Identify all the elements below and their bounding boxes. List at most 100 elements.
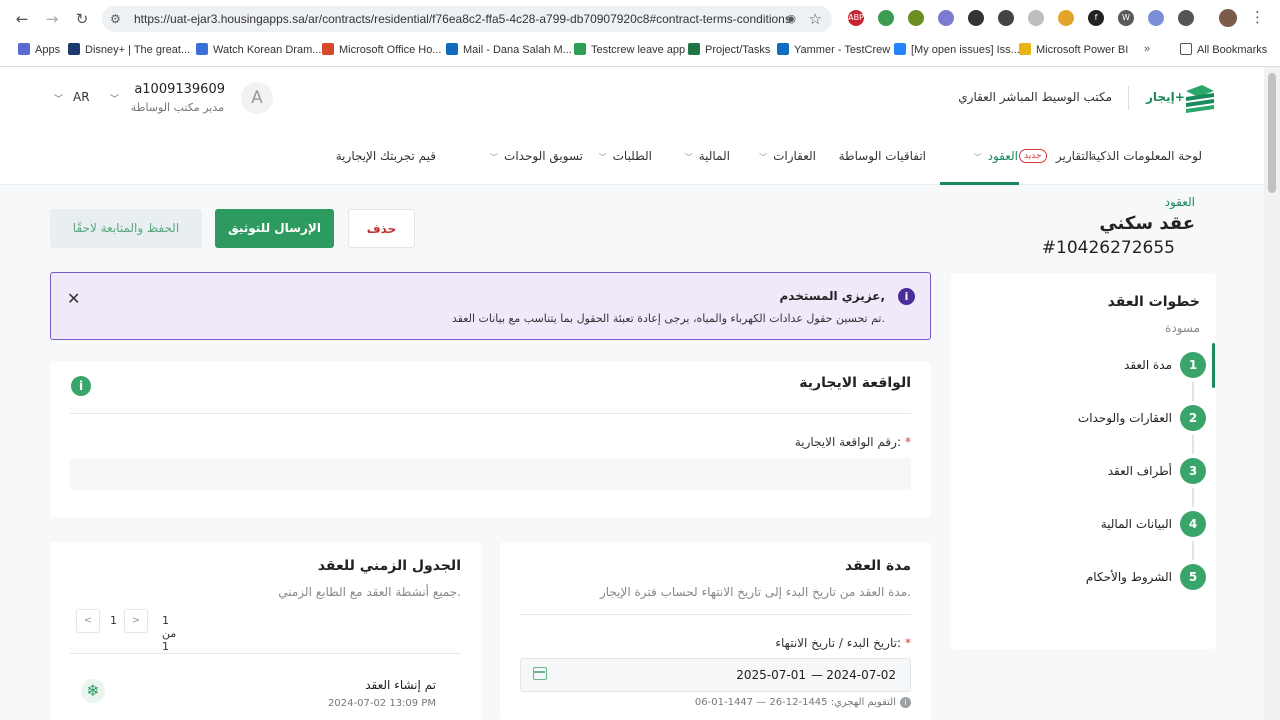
target-ext-icon[interactable]	[1148, 10, 1164, 26]
page-scrollbar[interactable]	[1264, 67, 1280, 720]
close-icon[interactable]: ✕	[67, 289, 80, 308]
step-connector	[1192, 435, 1194, 454]
nav-item[interactable]: لوحة المعلومات الذكية	[1090, 149, 1202, 163]
bookmark-item[interactable]: Microsoft Power BI	[1019, 43, 1128, 56]
puzzle-ext-icon[interactable]	[908, 10, 924, 26]
nav-item[interactable]: قيم تجربتك الإيجارية	[336, 149, 436, 163]
step-label[interactable]: البيانات المالية	[1101, 517, 1172, 531]
breadcrumb[interactable]: العقود	[1165, 195, 1195, 209]
steps-status: مسودة	[1165, 321, 1200, 335]
address-bar[interactable]: ⚙ https://uat-ejar3.housingapps.sa/ar/co…	[102, 6, 832, 32]
step-label[interactable]: أطراف العقد	[1108, 464, 1172, 478]
step-number[interactable]: 2	[1180, 405, 1206, 431]
all-bookmarks[interactable]: All Bookmarks	[1180, 43, 1267, 56]
emoji-ext-icon[interactable]	[1058, 10, 1074, 26]
abp-icon[interactable]: ABP	[848, 10, 864, 26]
bookmark-favicon-icon	[894, 43, 906, 55]
steps-title: خطوات العقد	[1107, 294, 1200, 310]
forward-icon[interactable]: →	[40, 8, 64, 30]
timeline-event: تم إنشاء العقد	[365, 678, 436, 692]
browser-menu-icon[interactable]: ⋮	[1250, 8, 1265, 26]
save-and-continue-later-button[interactable]: الحفظ والمتابعة لاحقًا	[50, 209, 202, 248]
page-count: 1 من 1	[162, 614, 177, 653]
step-number[interactable]: 5	[1180, 564, 1206, 590]
step-number[interactable]: 1	[1180, 352, 1206, 378]
logo-text[interactable]: إيجار+	[1146, 90, 1185, 104]
lease-number-input[interactable]	[70, 458, 911, 490]
no-ext-icon[interactable]	[1028, 10, 1044, 26]
chevron-down-icon: ﹀	[759, 153, 768, 162]
more-bookmarks-icon[interactable]: »	[1144, 43, 1150, 55]
step-label[interactable]: الشروط والأحكام	[1086, 570, 1172, 584]
chevron-down-icon: ﹀	[490, 153, 499, 162]
language-selector[interactable]: AR	[73, 90, 90, 104]
nav-item[interactable]: ﹀ العقارات	[759, 149, 816, 163]
nav-item[interactable]: ﹀ الطلبات	[599, 149, 652, 163]
pen-ext-icon[interactable]	[968, 10, 984, 26]
bookmark-item[interactable]: Yammer - TestCrew	[777, 43, 890, 56]
site-settings-icon[interactable]: ⚙	[110, 11, 126, 27]
step-number[interactable]: 3	[1180, 458, 1206, 484]
eye-off-icon[interactable]: ◉	[786, 12, 796, 25]
chat-ext-icon[interactable]	[998, 10, 1014, 26]
chevron-left-icon[interactable]: <	[76, 609, 100, 633]
bookmark-item[interactable]: Watch Korean Dram...	[196, 43, 321, 56]
user-id[interactable]: a1009139609	[134, 82, 225, 97]
bookmark-item[interactable]: Apps	[18, 43, 60, 56]
w-ext-icon[interactable]: W	[1118, 10, 1134, 26]
notice-body: تم تحسين حقول عدادات الكهرباء والمياه، ي…	[451, 312, 885, 325]
compass-ext-icon[interactable]	[938, 10, 954, 26]
divider	[70, 413, 911, 414]
info-notice: i عزيزي المستخدم, تم تحسين حقول عدادات ا…	[50, 272, 931, 340]
timeline-description: جميع أنشطة العقد مع الطابع الزمني.	[278, 585, 461, 599]
bookmark-item[interactable]: Mail - Dana Salah M...	[446, 43, 572, 56]
info-icon[interactable]: i	[71, 376, 91, 396]
chevron-down-icon[interactable]: ﹀	[54, 92, 63, 105]
step-label[interactable]: مدة العقد	[1124, 358, 1172, 372]
f-ext-icon[interactable]: f	[1088, 10, 1104, 26]
calendar-icon[interactable]	[533, 667, 547, 680]
nav-item[interactable]: التقارير	[1056, 149, 1092, 163]
bookmark-item[interactable]: Disney+ | The great...	[68, 43, 190, 56]
shield-ext-icon[interactable]	[878, 10, 894, 26]
nav-item[interactable]: اتفاقيات الوساطة	[839, 149, 926, 163]
reload-icon[interactable]: ↻	[70, 8, 94, 30]
bookmark-favicon-icon	[322, 43, 334, 55]
active-step-indicator	[1212, 343, 1215, 388]
bookmark-item[interactable]: Project/Tasks	[688, 43, 770, 56]
bookmark-item[interactable]: [My open issues] Iss...	[894, 43, 1020, 56]
step-number[interactable]: 4	[1180, 511, 1206, 537]
bookmark-item[interactable]: Microsoft Office Ho...	[322, 43, 442, 56]
divider	[70, 653, 461, 654]
chevron-down-icon: ﹀	[598, 153, 607, 162]
current-page[interactable]: 1	[110, 614, 117, 627]
date-range-label: تاريخ البدء / تاريخ الانتهاء: *	[775, 636, 911, 650]
extensions-icon[interactable]	[1178, 10, 1194, 26]
nav-item[interactable]: ﹀ تسويق الوحدات	[490, 149, 583, 163]
new-badge: جديد	[1019, 149, 1047, 163]
scrollbar-thumb[interactable]	[1268, 73, 1276, 193]
logo-divider	[1128, 86, 1129, 110]
profile-avatar[interactable]	[1219, 9, 1237, 27]
chevron-right-icon[interactable]: >	[124, 609, 148, 633]
bookmark-favicon-icon	[574, 43, 586, 55]
chevron-down-icon[interactable]: ﹀	[110, 92, 119, 105]
step-label[interactable]: العقارات والوحدات	[1078, 411, 1172, 425]
bookmark-star-icon[interactable]: ☆	[809, 10, 822, 28]
nav-item[interactable]: ﹀ المالية	[685, 149, 730, 163]
bookmarks-bar: Apps Disney+ | The great... Watch Korean D…	[0, 38, 1280, 62]
end-date: 2025-07-01	[736, 668, 806, 682]
ejar-logo-icon[interactable]	[1184, 83, 1216, 113]
date-range-input[interactable]: 2024-07-02 — 2025-07-01	[520, 658, 911, 692]
required-mark: *	[905, 435, 911, 449]
back-icon[interactable]: ←	[10, 8, 34, 30]
bookmark-item[interactable]: Testcrew leave app	[574, 43, 685, 56]
bookmark-favicon-icon	[777, 43, 789, 55]
browser-chrome: ← → ↻ ⚙ https://uat-ejar3.housingapps.sa…	[0, 0, 1280, 67]
contract-steps-card: خطوات العقد مسودة	[951, 273, 1216, 649]
send-for-documentation-button[interactable]: الإرسال للتوثيق	[215, 209, 334, 248]
delete-button[interactable]: حذف	[348, 209, 415, 248]
info-icon: i	[898, 288, 915, 305]
nav-item[interactable]: ﹀ العقود	[974, 149, 1018, 163]
user-avatar[interactable]: A	[241, 82, 273, 114]
